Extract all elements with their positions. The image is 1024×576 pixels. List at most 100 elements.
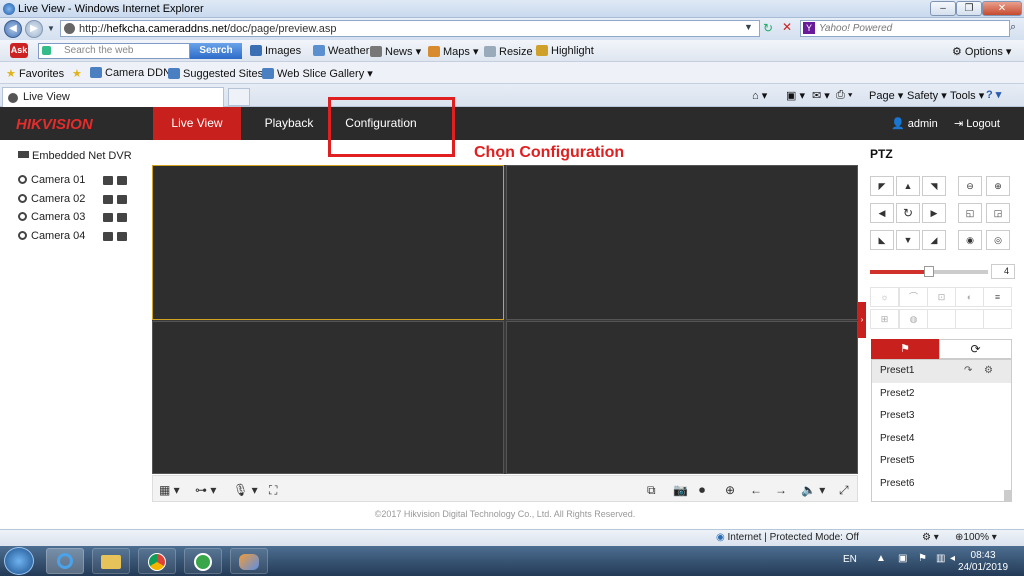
iris-open-icon[interactable]: ◎ bbox=[986, 230, 1010, 250]
set-preset-icon[interactable]: ⚙ bbox=[984, 360, 993, 382]
ptz-down-right-button[interactable]: ◢ bbox=[922, 230, 946, 250]
camera-item-03[interactable]: Camera 03 bbox=[18, 211, 85, 223]
taskbar-app-button[interactable] bbox=[184, 548, 222, 574]
volume-tray-icon[interactable]: ◂ bbox=[950, 553, 955, 564]
security-zone[interactable]: ◉ Internet | Protected Mode: Off bbox=[716, 532, 859, 543]
fullscreen-icon[interactable]: ⤢ bbox=[839, 483, 849, 498]
home-icon[interactable]: ⌂ ▾ bbox=[752, 89, 767, 102]
camera-actions[interactable] bbox=[103, 232, 131, 242]
refresh-icon[interactable]: ↻ bbox=[763, 21, 773, 35]
video-window-3[interactable] bbox=[152, 321, 504, 474]
search-icon[interactable]: ⌕ bbox=[1010, 21, 1016, 34]
favorites-button[interactable]: ★ Favorites bbox=[6, 67, 64, 80]
camera-actions[interactable] bbox=[103, 176, 131, 186]
digital-zoom-icon[interactable]: ⊕ bbox=[725, 483, 735, 497]
zoom-control[interactable]: ⊕100% ▾ bbox=[955, 532, 997, 543]
user-menu[interactable]: 👤 admin bbox=[891, 117, 938, 130]
ask-toolbar-weather[interactable]: Weather bbox=[313, 45, 369, 57]
camera-item-01[interactable]: Camera 01 bbox=[18, 174, 85, 186]
ptz-speed-handle[interactable] bbox=[924, 266, 934, 277]
ask-search-input[interactable]: Search the web bbox=[38, 43, 190, 59]
system-clock[interactable]: 08:43 24/01/2019 bbox=[958, 550, 1008, 574]
ptz-up-left-button[interactable]: ◤ bbox=[870, 176, 894, 196]
network-icon[interactable]: ▥ bbox=[936, 553, 945, 564]
url-input[interactable]: http://hefkcha.cameraddns.net/doc/page/p… bbox=[60, 20, 760, 37]
ask-toolbar-maps[interactable]: Maps ▾ bbox=[428, 45, 478, 58]
tray-app-icon[interactable]: ▣ bbox=[898, 553, 907, 564]
tab-live-view[interactable]: Live View bbox=[2, 87, 224, 107]
iris-close-icon[interactable]: ◉ bbox=[958, 230, 982, 250]
window-division-icon[interactable]: ▦ ▾ bbox=[159, 483, 180, 497]
3d-positioning-icon[interactable]: ⊞ bbox=[870, 309, 899, 329]
fav-web-slice-gallery[interactable]: Web Slice Gallery ▾ bbox=[262, 67, 373, 80]
taskbar-chrome-button[interactable] bbox=[138, 548, 176, 574]
forward-button[interactable]: ▶ bbox=[25, 20, 43, 38]
ask-toolbar-resize[interactable]: Resize ▾ bbox=[484, 45, 541, 58]
video-window-1[interactable] bbox=[152, 165, 504, 320]
record-clip-icon[interactable]: ⏺ bbox=[699, 483, 705, 498]
more-menu-icon[interactable]: ≡ bbox=[983, 287, 1012, 307]
auxiliary-focus-icon[interactable]: ⊡ bbox=[927, 287, 956, 307]
page-menu[interactable]: Page ▾ bbox=[869, 89, 903, 102]
print-icon[interactable]: ⎙ ▾ bbox=[836, 89, 852, 102]
preset-item-1[interactable]: Preset1 ↷ ⚙ bbox=[872, 360, 1011, 383]
preset-item-6[interactable]: Preset6 bbox=[872, 473, 1011, 496]
stream-type-icon[interactable]: ⊶ ▾ bbox=[195, 483, 216, 497]
preset-item-2[interactable]: Preset2 bbox=[872, 383, 1011, 406]
tab-preset[interactable]: ⚑ bbox=[871, 339, 939, 359]
light-icon[interactable]: ☼ bbox=[870, 287, 899, 307]
camera-item-02[interactable]: Camera 02 bbox=[18, 193, 85, 205]
device-tree-root[interactable]: Embedded Net DVR bbox=[18, 150, 132, 162]
ask-options-button[interactable]: ⚙ Options ▾ bbox=[952, 45, 1011, 58]
url-dropdown-icon[interactable]: ▼ bbox=[744, 22, 753, 32]
fav-suggested-sites[interactable]: Suggested Sites ▾ bbox=[168, 67, 272, 80]
maximize-button[interactable]: ❐ bbox=[956, 1, 982, 16]
new-tab-button[interactable] bbox=[228, 88, 250, 106]
tray-show-hidden-icon[interactable]: ▲ bbox=[876, 553, 886, 564]
taskbar-explorer-button[interactable] bbox=[92, 548, 130, 574]
start-button[interactable] bbox=[4, 547, 34, 575]
ask-toolbar-images[interactable]: Images bbox=[250, 45, 301, 57]
ptz-left-button[interactable]: ◀ bbox=[870, 203, 894, 223]
ptz-panel-toggle[interactable]: › bbox=[858, 302, 866, 338]
language-indicator[interactable]: EN bbox=[843, 554, 857, 565]
volume-icon[interactable]: 🔈 ▾ bbox=[801, 483, 825, 497]
microphone-icon[interactable]: 🎙 ▾ bbox=[233, 483, 258, 497]
wiper-icon[interactable]: ⌒ bbox=[899, 287, 928, 307]
preset-scrollbar[interactable] bbox=[1004, 490, 1012, 502]
camera-actions[interactable] bbox=[103, 213, 131, 223]
stop-icon[interactable]: ✕ bbox=[782, 20, 792, 34]
preset-item-4[interactable]: Preset4 bbox=[872, 428, 1011, 451]
fav-camera-ddns[interactable]: Camera DDNS bbox=[90, 67, 178, 79]
search-provider-input[interactable]: Y Yahoo! Powered bbox=[800, 20, 1010, 37]
ask-search-button[interactable]: Search bbox=[190, 43, 242, 59]
video-window-4[interactable] bbox=[506, 321, 858, 474]
stop-all-preview-icon[interactable]: ⧉ bbox=[647, 483, 656, 498]
ptz-auto-button[interactable]: ↻ bbox=[896, 203, 920, 223]
nav-live-view[interactable]: Live View bbox=[153, 107, 241, 140]
call-preset-icon[interactable]: ↷ bbox=[964, 360, 972, 382]
ptz-right-button[interactable]: ▶ bbox=[922, 203, 946, 223]
taskbar-ie-button[interactable] bbox=[46, 548, 84, 574]
focus-near-icon[interactable]: ◱ bbox=[958, 203, 982, 223]
next-page-icon[interactable]: → bbox=[775, 483, 787, 497]
manual-tracking-icon[interactable]: ◍ bbox=[899, 309, 928, 329]
tab-patrol[interactable]: ⟳ bbox=[939, 339, 1012, 359]
feeds-icon[interactable]: ▣ ▾ bbox=[786, 89, 805, 102]
close-window-button[interactable]: ✕ bbox=[982, 1, 1022, 16]
full-screen-all-icon[interactable]: ⛶ bbox=[269, 483, 277, 498]
zoom-out-icon[interactable]: ⊖ bbox=[958, 176, 982, 196]
safety-menu[interactable]: Safety ▾ bbox=[907, 89, 947, 102]
ask-toolbar-news[interactable]: News ▾ bbox=[370, 45, 421, 58]
ptz-up-button[interactable]: ▲ bbox=[896, 176, 920, 196]
help-icon[interactable]: ? ▾ bbox=[986, 88, 1001, 101]
nav-playback[interactable]: Playback bbox=[250, 107, 328, 140]
previous-page-icon[interactable]: ← bbox=[750, 483, 762, 497]
video-window-2[interactable] bbox=[506, 165, 858, 320]
camera-item-04[interactable]: Camera 04 bbox=[18, 230, 85, 242]
capture-icon[interactable]: 📷 bbox=[673, 483, 688, 497]
minimize-button[interactable]: – bbox=[930, 1, 956, 16]
ptz-down-button[interactable]: ▼ bbox=[896, 230, 920, 250]
focus-far-icon[interactable]: ◲ bbox=[986, 203, 1010, 223]
camera-actions[interactable] bbox=[103, 195, 131, 205]
